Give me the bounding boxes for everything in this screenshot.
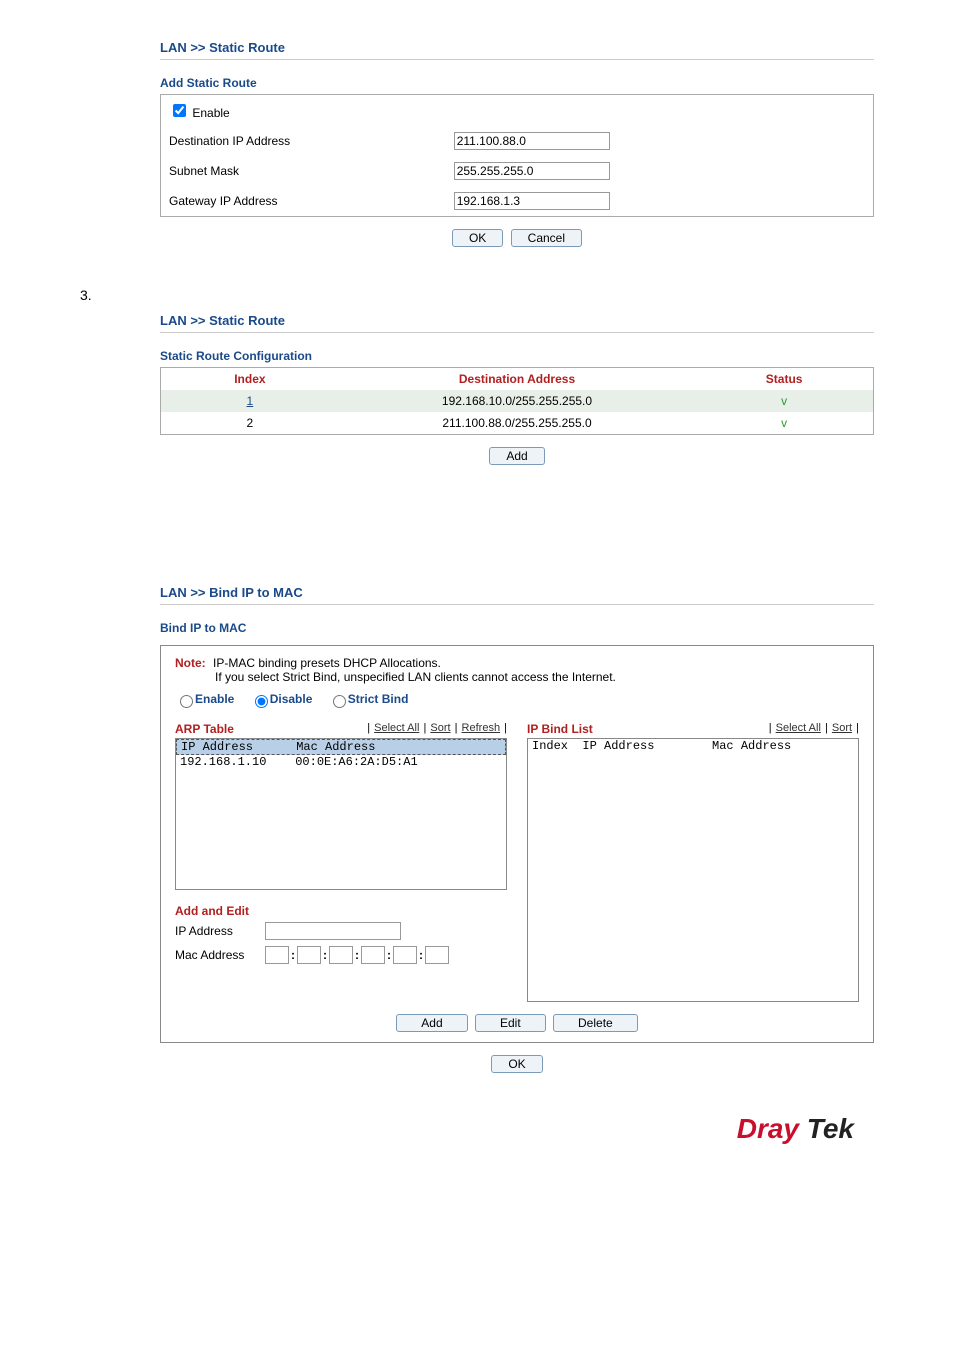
- static-route-config-heading: Static Route Configuration: [160, 349, 874, 363]
- col-status: Status: [695, 368, 873, 391]
- add-edit-title: Add and Edit: [175, 904, 507, 918]
- add-static-route-heading: Add Static Route: [160, 76, 874, 90]
- mode-radio-group: Enable Disable Strict Bind: [175, 692, 859, 708]
- dest-ip-label: Destination IP Address: [161, 126, 446, 156]
- mac-octet-5[interactable]: [393, 946, 417, 964]
- col-index: Index: [161, 368, 339, 391]
- col-dest: Destination Address: [339, 368, 696, 391]
- route-status-icon: v: [695, 412, 873, 435]
- add-route-button[interactable]: Add: [489, 447, 544, 465]
- add-static-route-form: Enable Destination IP Address Subnet Mas…: [160, 94, 874, 217]
- draytek-logo: Dray Tek: [60, 1113, 894, 1145]
- dest-ip-input[interactable]: [454, 132, 610, 150]
- bind-select-all-link[interactable]: Select All: [776, 722, 821, 734]
- mac-octet-3[interactable]: [329, 946, 353, 964]
- arp-table-links: | Select All | Sort | Refresh |: [367, 722, 507, 736]
- bind-ip-heading: Bind IP to MAC: [160, 621, 874, 635]
- enable-label: Enable: [192, 106, 229, 120]
- breadcrumb-static-route: LAN >> Static Route: [160, 40, 874, 60]
- enable-checkbox[interactable]: [173, 104, 186, 117]
- ip-address-label: IP Address: [175, 924, 265, 938]
- route-dest: 211.100.88.0/255.255.255.0: [339, 412, 696, 435]
- arp-select-all-link[interactable]: Select All: [374, 722, 419, 734]
- subnet-mask-label: Subnet Mask: [161, 156, 446, 186]
- ip-address-input[interactable]: [265, 922, 401, 940]
- mac-octet-1[interactable]: [265, 946, 289, 964]
- ok-button-bind[interactable]: OK: [491, 1055, 542, 1073]
- gateway-ip-input[interactable]: [454, 192, 610, 210]
- subnet-mask-input[interactable]: [454, 162, 610, 180]
- arp-refresh-link[interactable]: Refresh: [462, 722, 501, 734]
- bind-sort-link[interactable]: Sort: [832, 722, 852, 734]
- mac-octet-2[interactable]: [297, 946, 321, 964]
- route-dest: 192.168.10.0/255.255.255.0: [339, 390, 696, 412]
- mac-octet-4[interactable]: [361, 946, 385, 964]
- delete-button[interactable]: Delete: [553, 1014, 638, 1032]
- arp-listbox[interactable]: IP Address Mac Address 192.168.1.10 00:0…: [175, 738, 507, 890]
- static-route-table: Index Destination Address Status 1 192.1…: [160, 367, 874, 435]
- step-number: 3.: [80, 287, 894, 303]
- gateway-ip-label: Gateway IP Address: [161, 186, 446, 217]
- strict-bind-radio[interactable]: [333, 695, 346, 708]
- route-index: 2: [161, 412, 339, 435]
- arp-row[interactable]: 192.168.1.10 00:0E:A6:2A:D5:A1: [176, 755, 506, 769]
- disable-radio[interactable]: [255, 695, 268, 708]
- arp-header-row: IP Address Mac Address: [176, 739, 506, 755]
- mac-address-label: Mac Address: [175, 948, 265, 962]
- cancel-button[interactable]: Cancel: [511, 229, 582, 247]
- note-line1: IP-MAC binding presets DHCP Allocations.: [213, 656, 441, 670]
- table-row: 1 192.168.10.0/255.255.255.0 v: [161, 390, 874, 412]
- ip-bind-list-links: | Select All | Sort |: [769, 722, 859, 736]
- note-label: Note:: [175, 656, 206, 670]
- mac-octet-6[interactable]: [425, 946, 449, 964]
- table-row: 2 211.100.88.0/255.255.255.0 v: [161, 412, 874, 435]
- add-button[interactable]: Add: [396, 1014, 467, 1032]
- ip-bind-list-title: IP Bind List: [527, 722, 593, 736]
- bind-ip-panel: Note: IP-MAC binding presets DHCP Alloca…: [160, 645, 874, 1043]
- breadcrumb-bind-ip: LAN >> Bind IP to MAC: [160, 585, 874, 605]
- note-line2: If you select Strict Bind, unspecified L…: [215, 670, 859, 684]
- route-status-icon: v: [695, 390, 873, 412]
- enable-radio[interactable]: [180, 695, 193, 708]
- bind-header-row: Index IP Address Mac Address: [528, 739, 858, 753]
- ok-button[interactable]: OK: [452, 229, 503, 247]
- edit-button[interactable]: Edit: [475, 1014, 546, 1032]
- arp-sort-link[interactable]: Sort: [430, 722, 450, 734]
- ip-bind-listbox[interactable]: Index IP Address Mac Address: [527, 738, 859, 1002]
- route-index-link[interactable]: 1: [247, 394, 254, 408]
- arp-table-title: ARP Table: [175, 722, 234, 736]
- breadcrumb-static-route-2: LAN >> Static Route: [160, 313, 874, 333]
